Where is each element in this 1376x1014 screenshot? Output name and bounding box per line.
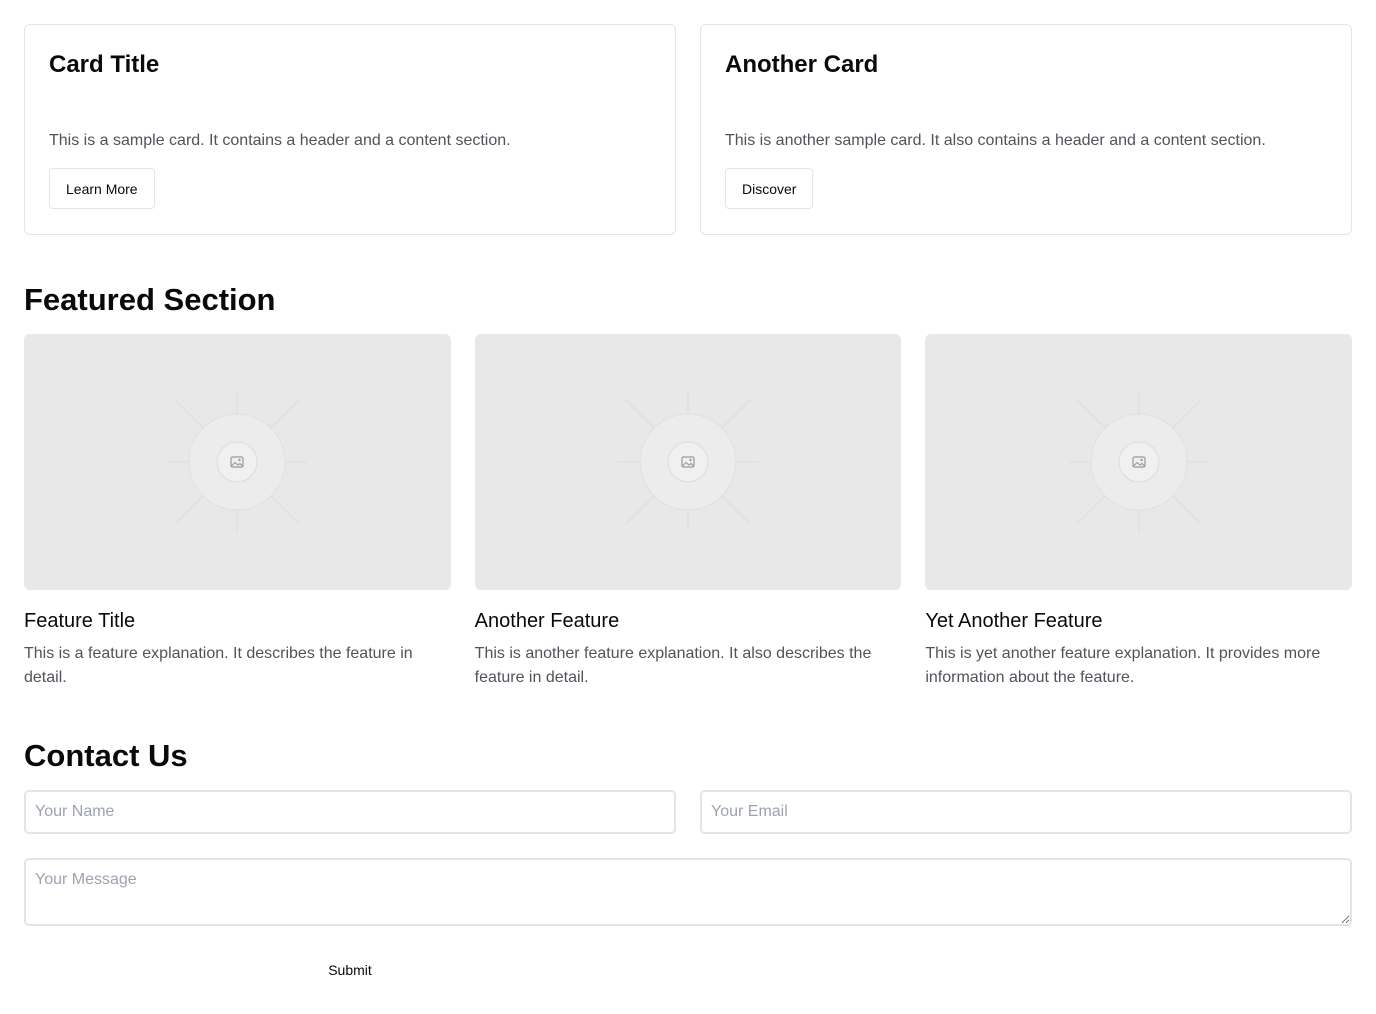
name-input[interactable]	[24, 790, 676, 834]
submit-button[interactable]: Submit	[24, 954, 676, 986]
image-placeholder-icon	[167, 392, 308, 532]
contact-row	[24, 790, 1352, 834]
learn-more-button[interactable]: Learn More	[49, 168, 155, 209]
image-placeholder-icon	[618, 392, 758, 532]
features-row: Feature Title This is a feature explanat…	[24, 334, 1353, 690]
feature-description: This is a feature explanation. It descri…	[24, 645, 413, 686]
feature-image	[474, 334, 902, 590]
featured-section-title: Featured Section	[24, 282, 276, 317]
message-textarea[interactable]	[24, 858, 1352, 926]
feature-image	[24, 334, 451, 590]
feature-item: Yet Another Feature This is yet another …	[925, 334, 1353, 690]
card-2: Another Card This is another sample card…	[700, 24, 1352, 235]
feature-title: Another Feature	[474, 610, 620, 632]
feature-title: Feature Title	[24, 610, 136, 632]
discover-button[interactable]: Discover	[725, 168, 814, 209]
email-input[interactable]	[700, 790, 1352, 834]
image-placeholder-icon	[1068, 392, 1209, 532]
card-title: Another Card	[725, 51, 879, 78]
card-description: This is a sample card. It contains a hea…	[49, 132, 511, 149]
card-description: This is another sample card. It also con…	[725, 132, 1266, 149]
contact-section-title: Contact Us	[24, 738, 188, 773]
feature-title: Yet Another Feature	[925, 610, 1103, 632]
card-1: Card Title This is a sample card. It con…	[24, 24, 676, 235]
feature-description: This is another feature explanation. It …	[474, 645, 872, 686]
feature-item: Feature Title This is a feature explanat…	[24, 334, 451, 690]
feature-image	[925, 334, 1353, 590]
feature-description: This is yet another feature explanation.…	[925, 645, 1321, 686]
feature-item: Another Feature This is another feature …	[474, 334, 902, 690]
card-title: Card Title	[49, 51, 160, 78]
cards-row: Card Title This is a sample card. It con…	[24, 24, 1352, 235]
